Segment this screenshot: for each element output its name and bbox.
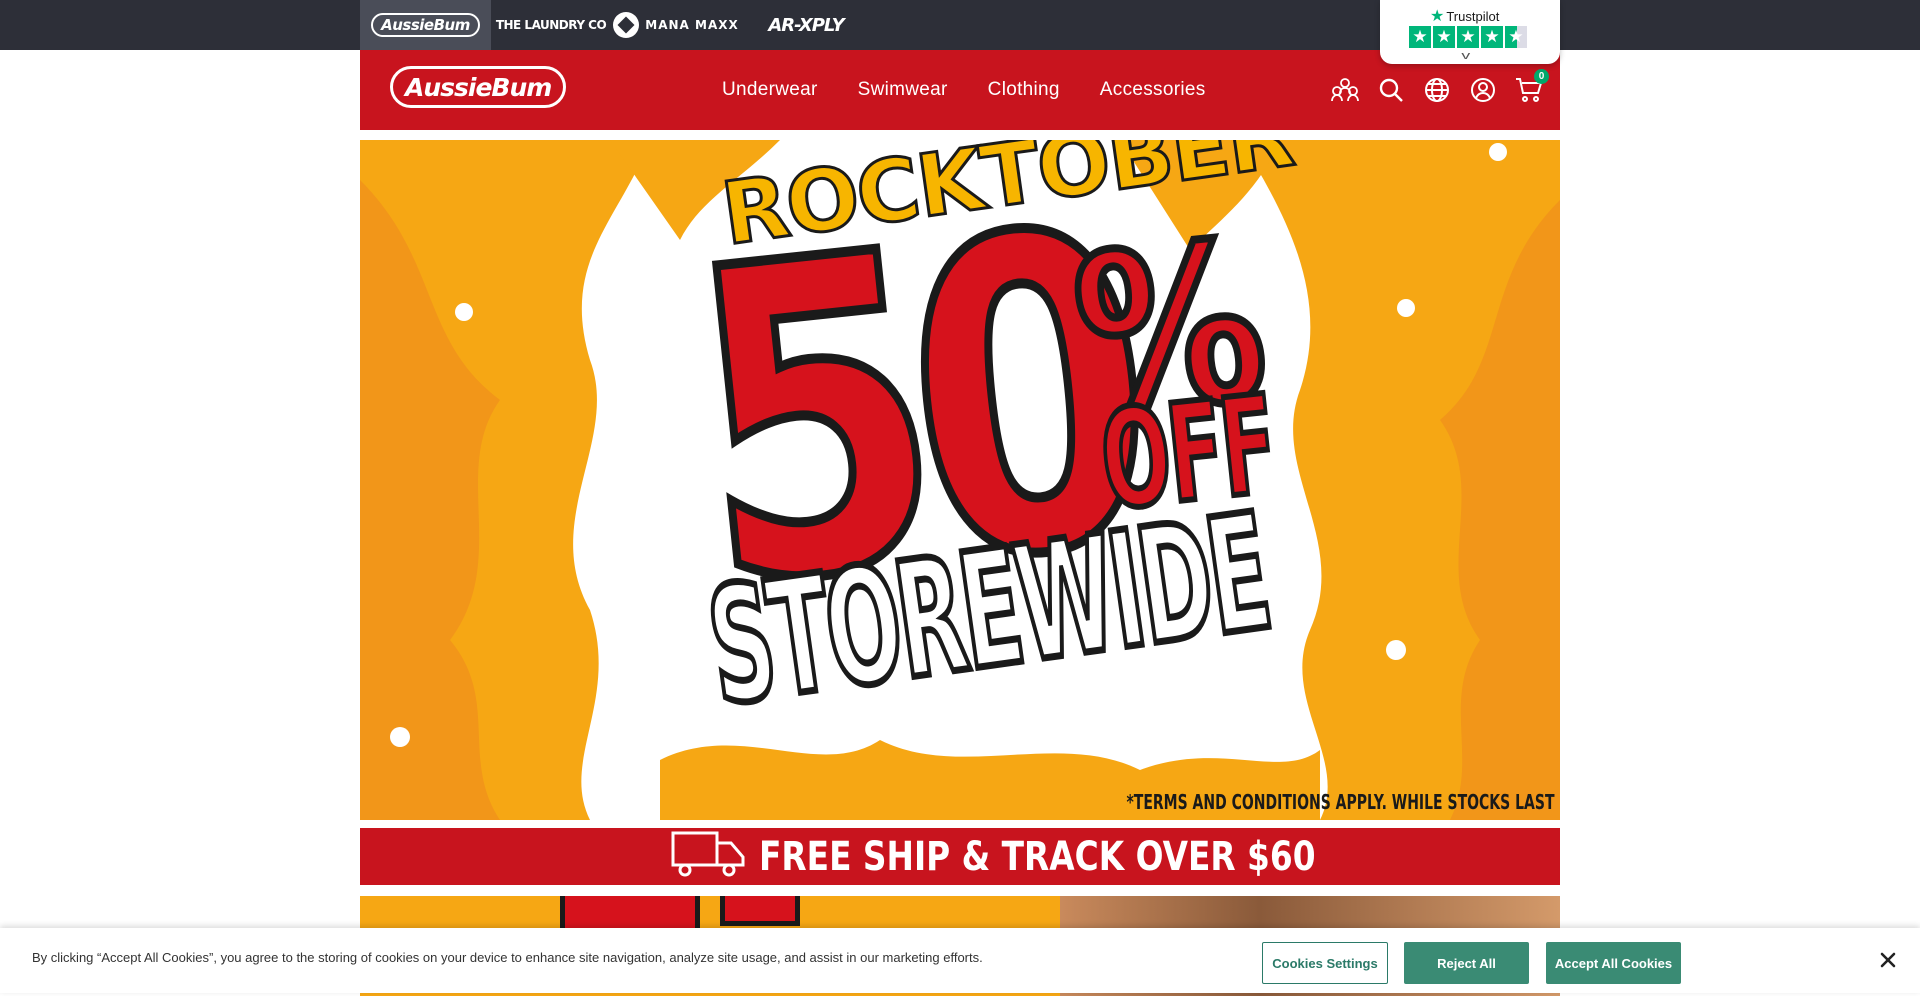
delivery-truck-icon — [671, 831, 747, 882]
brand-tab-label: THE LAUNDRY CO — [495, 18, 607, 32]
cookie-banner: By clicking “Accept All Cookies”, you ag… — [0, 928, 1920, 993]
rating-half-star-icon: ★ — [1505, 26, 1527, 48]
community-icon[interactable] — [1330, 75, 1360, 105]
main-nav: Underwear Swimwear Clothing Accessories — [722, 50, 1206, 130]
rating-star-icon: ★ — [1481, 26, 1503, 48]
cookies-settings-button[interactable]: Cookies Settings — [1262, 942, 1388, 984]
trustpilot-title: ★ Trustpilot — [1430, 6, 1499, 26]
shipping-banner[interactable]: FREE SHIP & TRACK OVER $60 — [360, 828, 1560, 885]
main-header: AussieBum Underwear Swimwear Clothing Ac… — [360, 50, 1560, 130]
brand-tab-ar-xply[interactable]: AR-XPLY — [741, 0, 871, 50]
site-logo[interactable]: AussieBum — [390, 66, 567, 108]
trustpilot-star-icon: ★ — [1430, 8, 1445, 25]
account-icon[interactable] — [1468, 75, 1498, 105]
brand-tab-label: MANA MAXX — [645, 18, 739, 32]
mana-logo-icon — [613, 12, 640, 38]
brand-bar: AussieBum THE LAUNDRY CO MANA MAXX AR-XP… — [0, 0, 1920, 50]
globe-icon[interactable] — [1422, 75, 1452, 105]
rating-star-icon: ★ — [1409, 26, 1431, 48]
brand-tab-label: AussieBum — [371, 13, 480, 37]
accept-all-button[interactable]: Accept All Cookies — [1546, 942, 1681, 984]
rating-star-icon: ★ — [1457, 26, 1479, 48]
brand-tab-aussiebum[interactable]: AussieBum — [360, 0, 491, 50]
close-icon[interactable] — [1876, 948, 1900, 972]
chevron-down-icon[interactable]: v — [1461, 50, 1470, 62]
nav-clothing[interactable]: Clothing — [988, 79, 1060, 101]
cart-count-badge: 0 — [1534, 69, 1549, 84]
shipping-text: FREE SHIP & TRACK OVER $60 — [759, 833, 1316, 880]
hero-terms: *TERMS AND CONDITIONS APPLY. WHILE STOCK… — [1125, 790, 1554, 814]
cookie-message: By clicking “Accept All Cookies”, you ag… — [32, 950, 983, 965]
brand-tab-label: AR-XPLY — [768, 14, 844, 36]
trustpilot-rating: ★ ★ ★ ★ ★ — [1409, 26, 1527, 48]
banner-graphic — [720, 896, 800, 926]
logo-text: AussieBum — [405, 72, 552, 102]
reject-all-button[interactable]: Reject All — [1404, 942, 1529, 984]
nav-swimwear[interactable]: Swimwear — [858, 79, 948, 101]
brand-tab-mana-maxx[interactable]: MANA MAXX — [611, 0, 741, 50]
cart-icon[interactable]: 0 — [1514, 69, 1549, 105]
brand-tab-laundry[interactable]: THE LAUNDRY CO — [491, 0, 611, 50]
brand-tabs: AussieBum THE LAUNDRY CO MANA MAXX AR-XP… — [360, 0, 871, 50]
trustpilot-label: Trustpilot — [1446, 8, 1500, 24]
nav-accessories[interactable]: Accessories — [1100, 79, 1206, 101]
trustpilot-widget[interactable]: ★ Trustpilot ★ ★ ★ ★ ★ v — [1380, 0, 1560, 64]
hero-banner[interactable]: ROCKTOBER 50 % OFF STOREWIDE *TERMS AND … — [360, 140, 1560, 820]
nav-underwear[interactable]: Underwear — [722, 79, 818, 101]
page: AussieBum THE LAUNDRY CO MANA MAXX AR-XP… — [0, 0, 1920, 996]
rating-star-icon: ★ — [1433, 26, 1455, 48]
search-icon[interactable] — [1376, 75, 1406, 105]
